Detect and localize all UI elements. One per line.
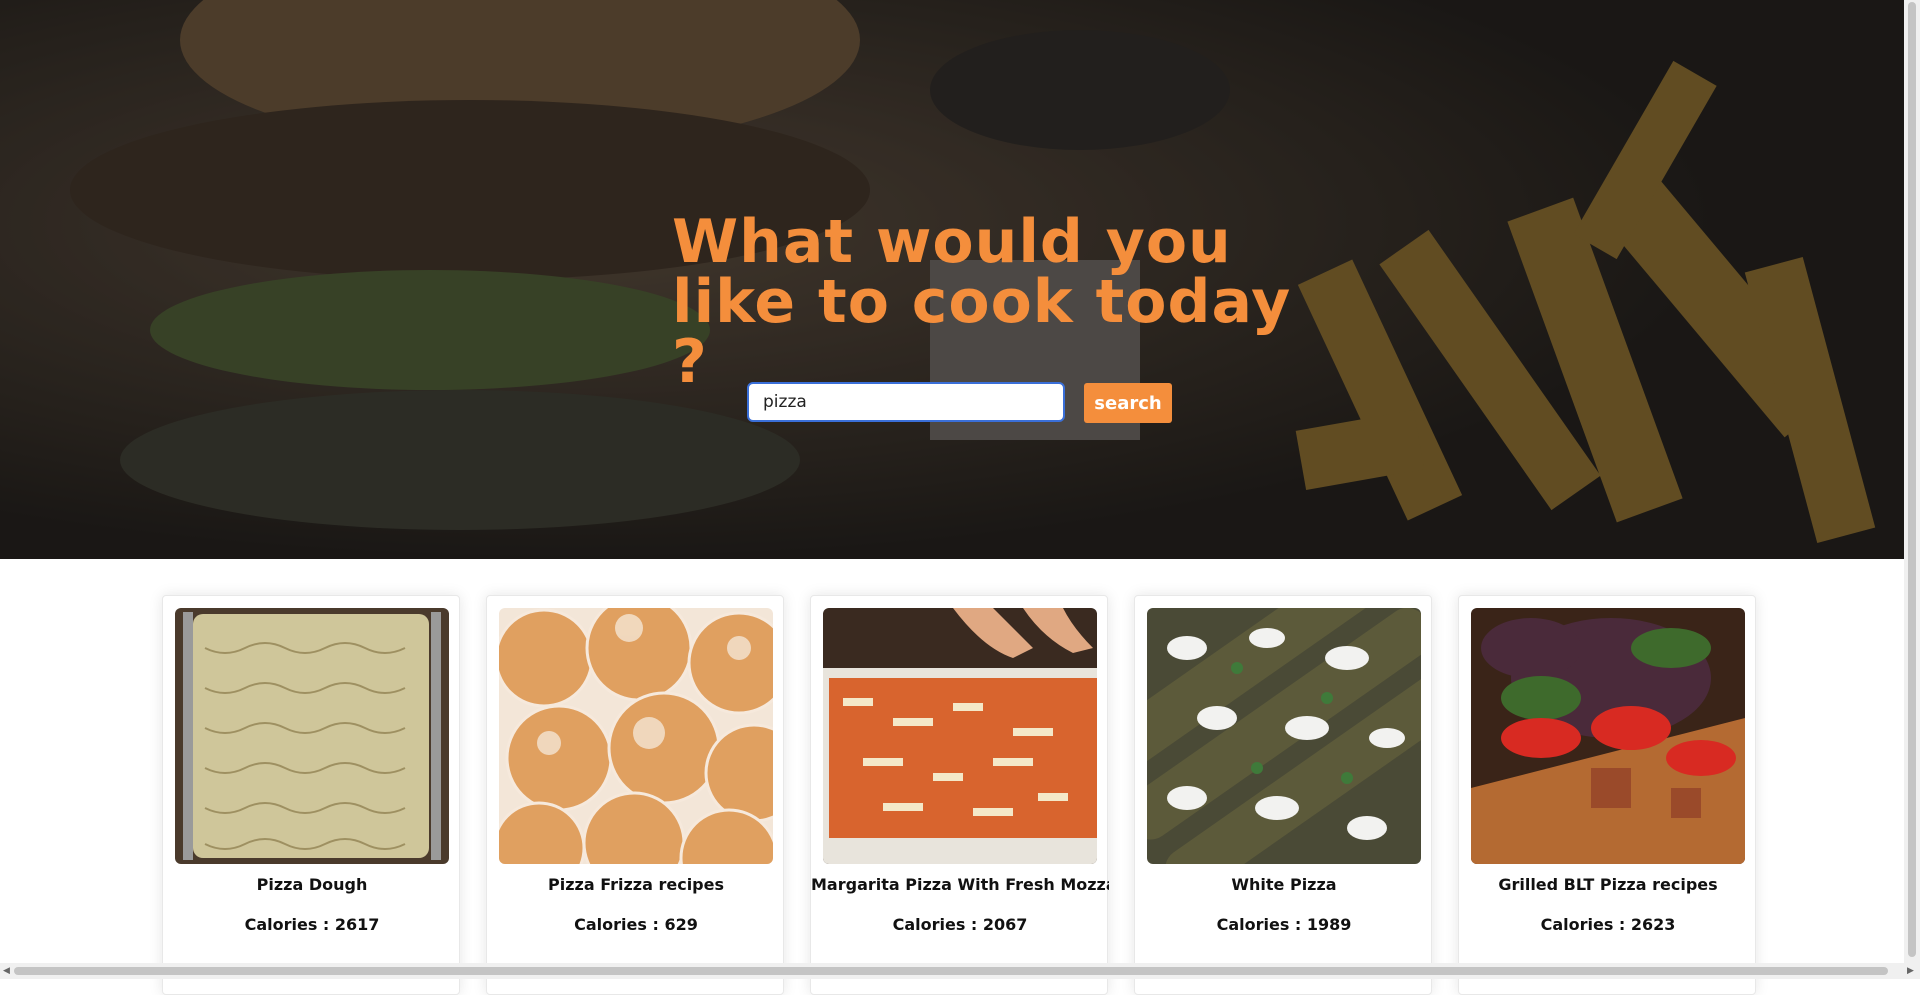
scroll-right-arrow-icon[interactable]: ▶: [1907, 966, 1914, 976]
recipe-card[interactable]: White Pizza Calories : 1989: [1134, 595, 1432, 995]
vertical-scrollbar[interactable]: [1904, 0, 1920, 963]
recipe-calories: Calories : 629: [574, 915, 698, 934]
white-pizza-photo[interactable]: [1147, 608, 1421, 864]
recipe-title: Pizza Frizza recipes: [547, 875, 724, 894]
search-button[interactable]: search: [1084, 383, 1172, 423]
recipe-calories: Calories : 2617: [244, 915, 380, 934]
hero-banner: What would you like to cook today ? sear…: [0, 0, 1904, 559]
recipe-calories: Calories : 2067: [892, 915, 1028, 934]
recipe-results: Pizza Dough Calories : 2617 Pizza Frizza…: [162, 595, 1762, 995]
recipe-card[interactable]: Margarita Pizza With Fresh Mozzarel Calo…: [810, 595, 1109, 995]
scroll-left-arrow-icon[interactable]: ◀: [3, 966, 10, 976]
recipe-calories: Calories : 1989: [1216, 915, 1352, 934]
recipe-title: Margarita Pizza With Fresh Mozzarel: [811, 875, 1109, 894]
page-title: What would you like to cook today ?: [672, 207, 1292, 397]
recipe-title: Grilled BLT Pizza recipes: [1498, 875, 1718, 894]
recipe-calories: Calories : 2623: [1540, 915, 1676, 934]
vertical-scrollbar-thumb[interactable]: [1908, 2, 1916, 957]
search-input[interactable]: [747, 382, 1065, 422]
fried-dough-balls-photo[interactable]: [499, 608, 773, 864]
recipe-card[interactable]: Pizza Frizza recipes Calories : 629: [486, 595, 784, 995]
margarita-pizza-photo[interactable]: [823, 608, 1097, 864]
pizza-dough-photo[interactable]: [175, 608, 449, 864]
recipe-title: White Pizza: [1231, 875, 1337, 894]
recipe-card[interactable]: Grilled BLT Pizza recipes Calories : 262…: [1458, 595, 1756, 995]
horizontal-scrollbar-thumb[interactable]: [14, 967, 1888, 975]
horizontal-scrollbar[interactable]: ◀ ▶: [0, 963, 1920, 979]
recipe-card[interactable]: Pizza Dough Calories : 2617: [162, 595, 460, 995]
blt-pizza-photo[interactable]: [1471, 608, 1745, 864]
recipe-title: Pizza Dough: [256, 875, 368, 894]
